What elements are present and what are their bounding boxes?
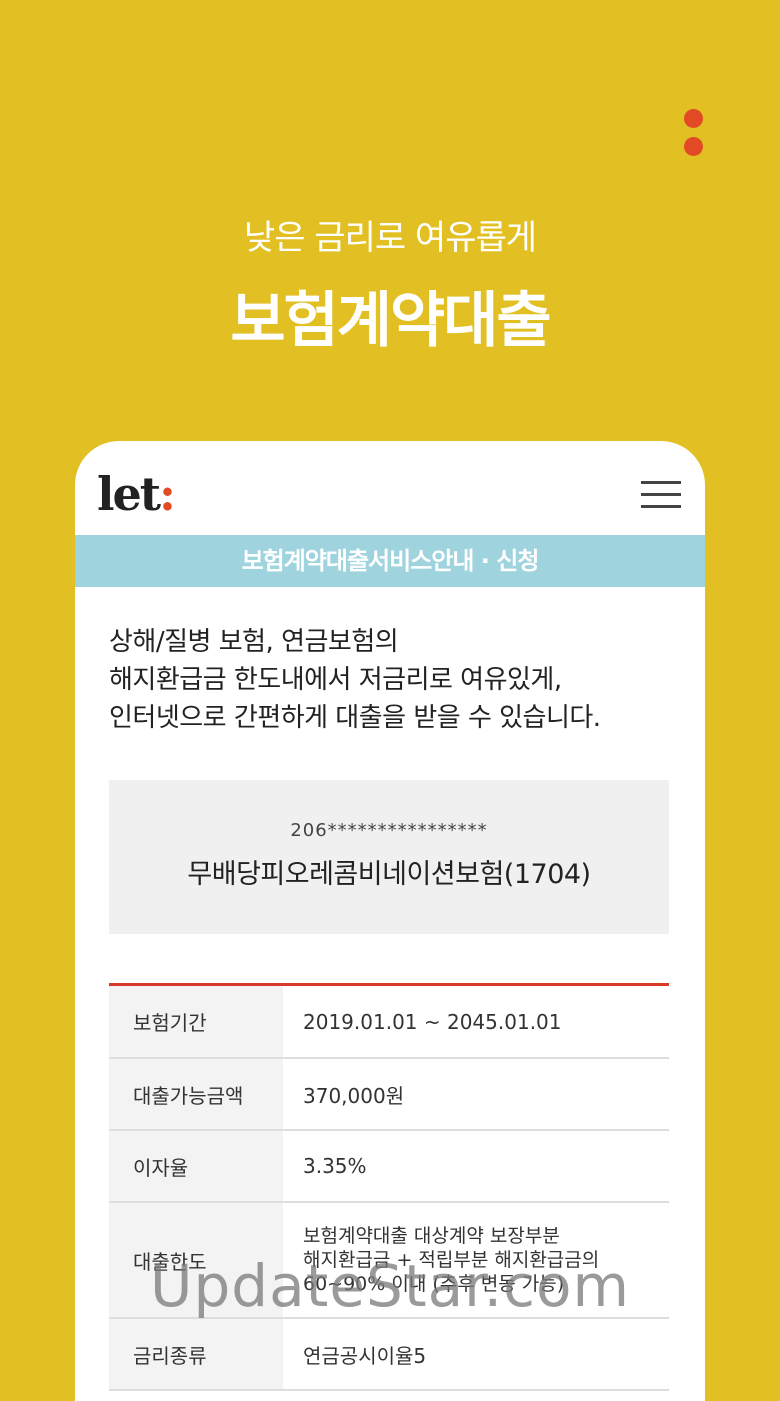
product-box[interactable]: 206**************** 무배당피오레콤비네이션보험(1704) [109, 780, 669, 934]
service-bar: 보험계약대출서비스안내 · 신청 [75, 535, 705, 587]
dot-top [684, 109, 703, 128]
policy-number: 206**************** [290, 820, 488, 841]
product-name: 무배당피오레콤비네이션보험(1704) [187, 859, 591, 890]
description-line: 인터넷으로 간편하게 대출을 받을 수 있습니다. [109, 703, 601, 733]
watermark: UpdateStar.com [150, 1252, 630, 1320]
table-row: 이자율 3.35% [109, 1131, 669, 1203]
description-line: 해지환급금 한도내에서 저금리로 여유있게, [109, 665, 562, 695]
row-label: 대출가능금액 [109, 1059, 283, 1129]
hamburger-menu-icon[interactable] [641, 481, 681, 509]
hero-subtitle: 낮은 금리로 여유롭게 [243, 218, 537, 258]
hero-title: 보험계약대출 [230, 286, 551, 356]
row-value: 370,000원 [303, 1083, 405, 1108]
table-row: 금리종류 연금공시이율5 [109, 1319, 669, 1391]
loan-info-table: 보험기간 2019.01.01 ~ 2045.01.01 대출가능금액 370,… [109, 983, 669, 1391]
row-label: 보험기간 [109, 986, 283, 1057]
description-line: 상해/질병 보험, 연금보험의 [109, 627, 399, 657]
row-value: 2019.01.01 ~ 2045.01.01 [303, 1009, 562, 1034]
value-line: 보험계약대출 대상계약 보장부분 [303, 1225, 560, 1247]
row-label: 금리종류 [109, 1319, 283, 1389]
description: 상해/질병 보험, 연금보험의 해지환급금 한도내에서 저금리로 여유있게, 인… [109, 623, 689, 737]
logo-colon: : [159, 467, 176, 521]
more-dots-icon [684, 109, 704, 159]
row-value: 연금공시이율5 [303, 1343, 427, 1368]
table-row: 대출가능금액 370,000원 [109, 1059, 669, 1131]
app-logo[interactable]: let: [97, 467, 176, 521]
table-row: 보험기간 2019.01.01 ~ 2045.01.01 [109, 986, 669, 1059]
dot-bottom [684, 137, 703, 156]
logo-text: let [97, 467, 161, 521]
row-value: 3.35% [303, 1154, 367, 1178]
row-label: 이자율 [109, 1131, 283, 1201]
